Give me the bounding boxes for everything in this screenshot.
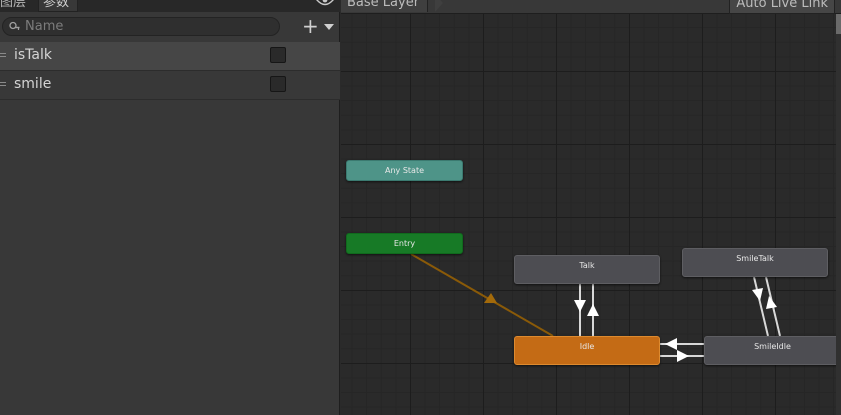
transition-smiletalk-smileidle[interactable] xyxy=(753,276,769,337)
breadcrumb[interactable]: Base Layer xyxy=(341,0,429,12)
state-any-state[interactable]: Any State xyxy=(346,160,463,181)
drag-handle-icon[interactable] xyxy=(0,82,6,87)
parameters-panel: 图层 参数 + isTalk smile xyxy=(0,0,340,415)
search-row: + xyxy=(0,12,340,42)
state-entry[interactable]: Entry xyxy=(346,233,463,254)
transition-arrow xyxy=(587,304,599,316)
transition-arrow xyxy=(752,288,763,301)
plus-icon: + xyxy=(302,14,319,38)
parameter-name[interactable]: smile xyxy=(14,76,51,92)
search-icon xyxy=(9,21,20,30)
parameter-checkbox[interactable] xyxy=(270,47,286,63)
parameter-row-smile[interactable]: smile xyxy=(0,71,340,100)
breadcrumb-arrow xyxy=(435,0,443,12)
search-input[interactable] xyxy=(25,18,275,35)
graph-toolbar: Base Layer Auto Live Link xyxy=(341,0,841,14)
eye-icon[interactable] xyxy=(316,0,334,6)
scrollbar-thumb[interactable] xyxy=(836,14,841,34)
auto-live-link-button[interactable]: Auto Live Link xyxy=(729,0,835,14)
transition-arrow xyxy=(677,350,689,362)
transition-arrow xyxy=(574,300,586,312)
panel-tabs: 图层 参数 xyxy=(0,0,340,12)
parameter-row-istalk[interactable]: isTalk xyxy=(0,42,340,71)
transition-arrow xyxy=(665,338,677,350)
parameter-list: isTalk smile xyxy=(0,42,340,100)
tab-layers[interactable]: 图层 xyxy=(0,0,30,12)
state-idle[interactable]: Idle xyxy=(514,336,660,365)
animator-graph[interactable]: Any State Entry Talk SmileTalk Idle Smil… xyxy=(341,0,841,415)
drag-handle-icon[interactable] xyxy=(0,53,6,58)
chevron-down-icon xyxy=(324,24,334,30)
state-smile-idle[interactable]: SmileIdle xyxy=(704,336,841,365)
search-box[interactable] xyxy=(2,17,280,36)
state-smile-talk[interactable]: SmileTalk xyxy=(682,248,828,277)
state-talk[interactable]: Talk xyxy=(514,255,660,284)
vertical-scrollbar[interactable] xyxy=(836,14,841,415)
parameter-name[interactable]: isTalk xyxy=(14,47,52,63)
add-parameter-button[interactable]: + xyxy=(302,14,336,38)
tab-parameters[interactable]: 参数 xyxy=(38,0,78,12)
parameter-checkbox[interactable] xyxy=(270,76,286,92)
